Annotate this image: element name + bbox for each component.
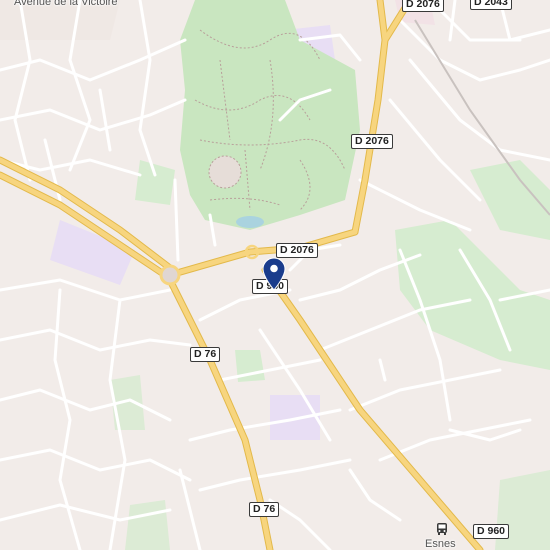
road-shield-d960-south: D 960	[473, 524, 510, 539]
location-pin-icon[interactable]	[262, 257, 286, 291]
road-shield-d76-south: D 76	[249, 502, 280, 517]
avenue-label: Avenue de la Victoire	[14, 0, 118, 8]
road-shield-d2043: D 2043	[470, 0, 512, 10]
road-shield-d2076-top: D 2076	[402, 0, 444, 12]
pond	[236, 216, 264, 228]
road-shield-d2076-east: D 2076	[351, 134, 393, 149]
bus-stop-icon[interactable]	[436, 522, 448, 536]
roundabout	[159, 264, 181, 286]
esnes-label: Esnes	[425, 538, 456, 550]
road-shield-d2076-center: D 2076	[276, 243, 318, 258]
map-canvas[interactable]: Avenue de la Victoire Esnes D 2076 D 204…	[0, 0, 550, 550]
road-shield-d76-mid: D 76	[190, 347, 221, 362]
